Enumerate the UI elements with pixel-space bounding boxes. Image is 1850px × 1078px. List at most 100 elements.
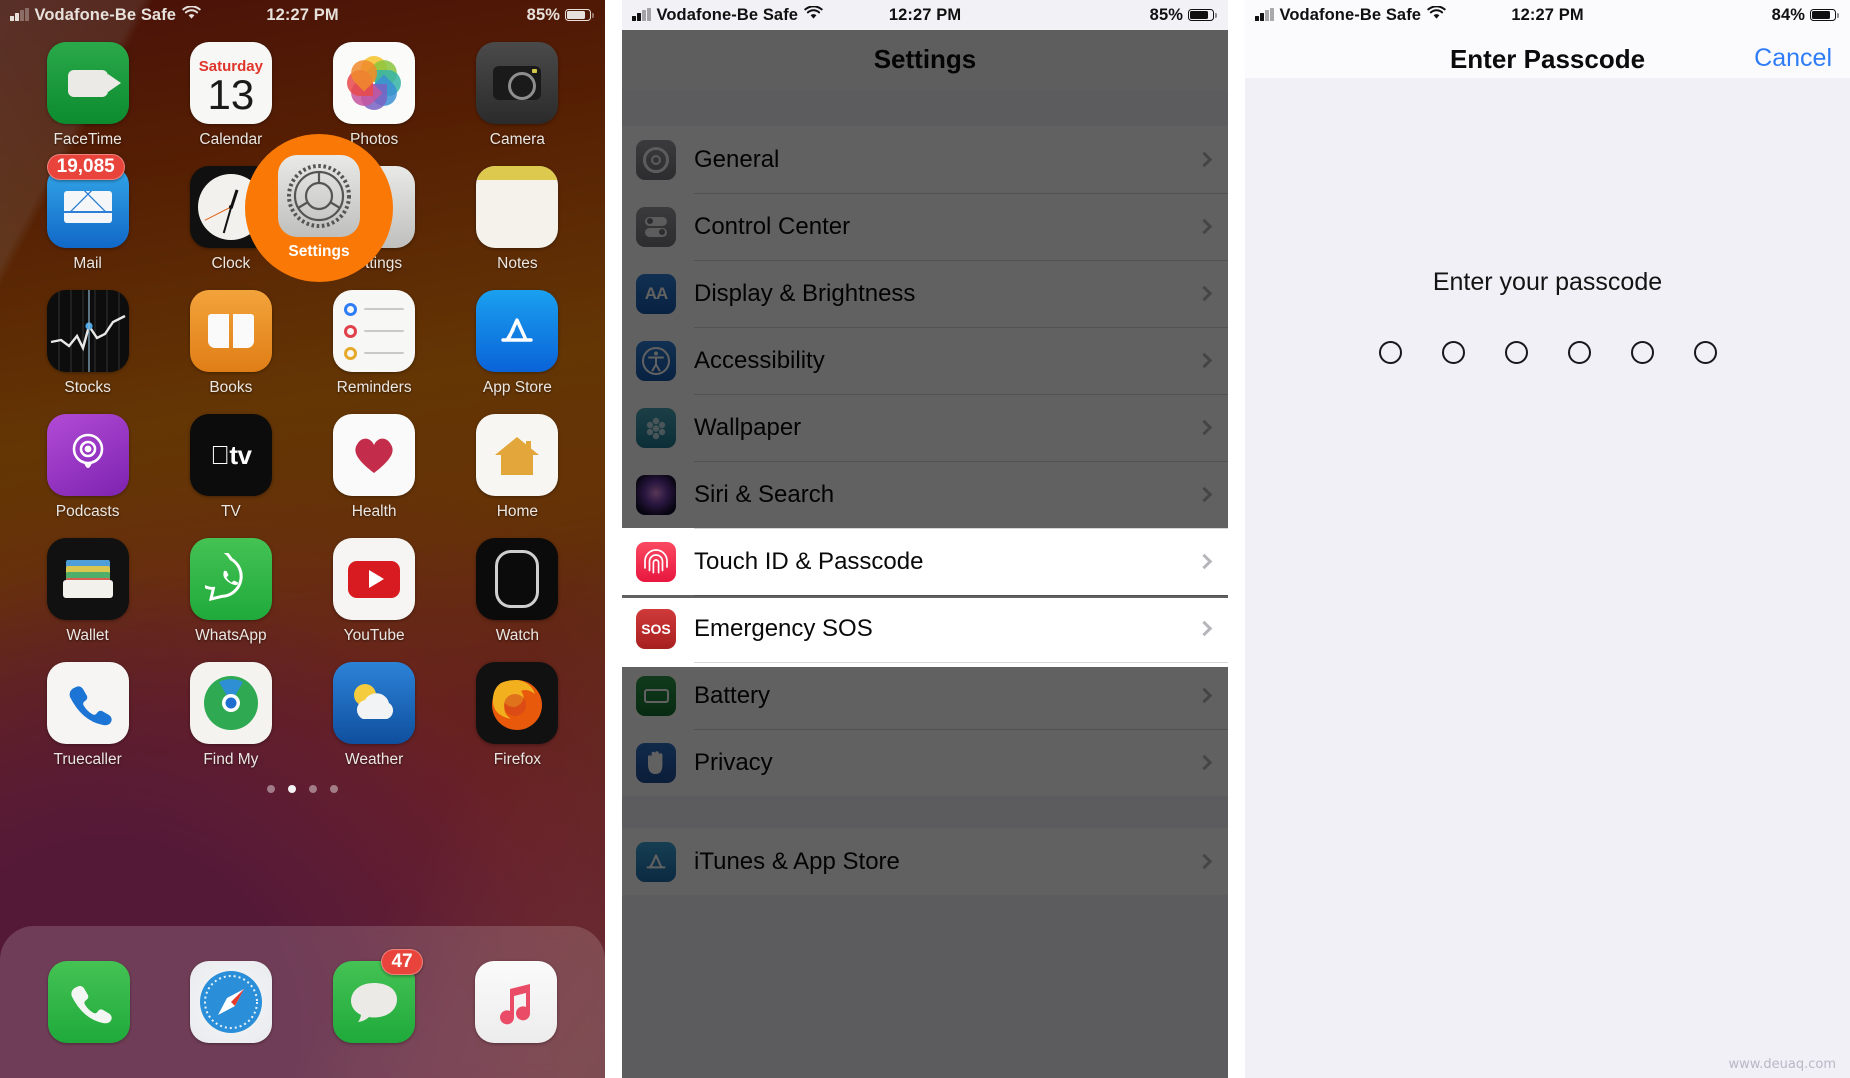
app-label: TV [220,503,241,520]
settings-title: Settings [622,30,1228,90]
app-label: Home [496,503,539,520]
accessibility-icon [636,340,676,381]
page-indicator[interactable] [0,785,605,793]
stocks-icon [46,290,129,372]
row-label: Siri & Search [694,480,835,508]
music-icon[interactable] [474,961,557,1043]
app-icon-mail[interactable]: 19,085 Mail [29,154,147,273]
battery-percent-label: 85% [1149,5,1183,24]
app-icon-weather[interactable]: Weather [315,662,433,769]
app-icon-photos[interactable]: Photos [315,42,433,149]
settings-row-wallpaper[interactable]: Wallpaper [622,394,1228,461]
watch-icon [476,538,559,620]
gear-icon [636,139,676,180]
settings-group-spacer [622,796,1228,828]
app-icon-camera[interactable]: Camera [458,42,576,149]
settings-group-1: General Control Center AA Display & Brig… [622,126,1228,796]
app-icon-health[interactable]: Health [315,414,433,521]
passcode-dots[interactable] [1245,341,1850,364]
app-label: Podcasts [55,503,120,520]
phone-icon[interactable] [48,961,131,1043]
app-icon-wallet[interactable]: Wallet [29,538,147,645]
app-label: Books [209,379,253,396]
chevron-right-icon [1196,687,1213,704]
app-icon-home[interactable]: Home [458,414,576,521]
settings-top-spacer [622,90,1228,126]
health-icon [333,414,416,496]
settings-row-privacy[interactable]: Privacy [622,729,1228,796]
app-label: Camera [489,131,545,148]
row-label: Wallpaper [694,413,802,441]
app-label: Reminders [336,379,412,396]
battery-icon [1810,8,1839,22]
app-label: Find My [203,751,259,768]
siri-icon [636,474,676,515]
settings-row-accessibility[interactable]: Accessibility [622,327,1228,394]
app-icon-facetime[interactable]: FaceTime [29,42,147,149]
chevron-right-icon [1196,419,1213,436]
settings-row-control-center[interactable]: Control Center [622,193,1228,260]
passcode-dot [1567,341,1591,364]
notes-icon [476,166,559,248]
weather-icon [333,662,416,744]
app-icon-whatsapp[interactable]: WhatsApp [172,538,290,645]
safari-icon[interactable] [190,961,273,1043]
app-icon-tv[interactable]: tv TV [172,414,290,521]
app-store-icon [636,841,676,882]
settings-row-general[interactable]: General [622,126,1228,193]
firefox-icon [476,662,559,744]
app-label: WhatsApp [195,627,267,644]
settings-group-2: iTunes & App Store [622,828,1228,895]
app-label: Weather [344,751,404,768]
settings-row-battery[interactable]: Battery [622,662,1228,729]
panel-divider [1228,0,1245,1078]
chevron-right-icon [1196,853,1213,870]
spotlight-label: Settings [288,243,350,260]
app-label: Stocks [64,379,111,396]
panel-divider [605,0,622,1078]
battery-icon [565,8,594,22]
passcode-dot [1630,341,1654,364]
app-icon-books[interactable]: Books [172,290,290,397]
carrier-label: Vodafone-Be Safe [656,5,799,24]
app-icon-stocks[interactable]: Stocks [29,290,147,397]
app-icon-podcasts[interactable]: Podcasts [29,414,147,521]
app-label: Firefox [493,751,542,768]
app-icon-firefox[interactable]: Firefox [458,662,576,769]
wallpaper-icon [636,407,676,448]
settings-row-itunes-app-store[interactable]: iTunes & App Store [622,828,1228,895]
settings-spotlight-highlight[interactable]: Settings [245,134,393,282]
three-panel-tutorial: Vodafone-Be Safe 12:27 PM 85% FaceTime S… [0,0,1850,1078]
app-label: Watch [495,627,540,644]
chevron-right-icon [1196,285,1213,302]
panel-enter-passcode: Vodafone-Be Safe 12:27 PM 84% Enter Pass… [1245,0,1850,1078]
settings-row-touch-id-passcode[interactable]: Touch ID & Passcode [622,528,1228,595]
cellular-signal-icon [632,8,651,21]
row-label: Display & Brightness [694,279,916,307]
whatsapp-icon [189,538,272,620]
mail-badge: 19,085 [46,154,125,180]
app-icon-calendar[interactable]: Saturday 13 Calendar [172,42,290,149]
app-icon-notes[interactable]: Notes [458,166,576,273]
app-icon-reminders[interactable]: Reminders [315,290,433,397]
app-store-icon [476,290,559,372]
settings-row-display-brightness[interactable]: AA Display & Brightness [622,260,1228,327]
panel-settings: Vodafone-Be Safe 12:27 PM 85% Settings G… [622,0,1228,1078]
messages-badge: 47 [381,949,423,975]
app-icon-truecaller[interactable]: Truecaller [29,662,147,769]
tv-icon: tv [189,414,272,496]
app-icon-app-store[interactable]: App Store [458,290,576,397]
app-icon-find-my[interactable]: Find My [172,662,290,769]
chevron-right-icon [1196,352,1213,369]
cancel-button[interactable]: Cancel [1754,44,1832,73]
chevron-right-icon [1196,754,1213,771]
app-label: Notes [497,255,538,272]
app-icon-watch[interactable]: Watch [458,538,576,645]
messages-icon[interactable]: 47 [332,949,423,1043]
settings-row-emergency-sos[interactable]: SOS Emergency SOS [622,595,1228,662]
settings-row-siri-search[interactable]: Siri & Search [622,461,1228,528]
battery-icon [1188,8,1217,22]
dock: 47 [0,926,605,1078]
wifi-icon [1427,4,1446,25]
app-icon-youtube[interactable]: YouTube [315,538,433,645]
